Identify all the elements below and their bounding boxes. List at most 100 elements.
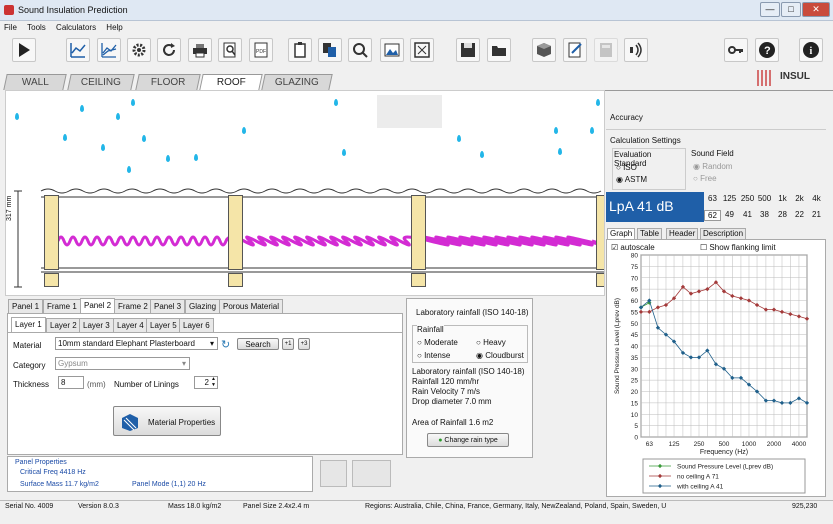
radio-moderate[interactable]: ○ Moderate [417,338,458,347]
category-select[interactable]: Gypsum ▾ [55,357,190,370]
sound-icon [630,42,642,58]
radio-intense[interactable]: ○ Intense [417,351,450,360]
mass: Mass 18.0 kg/m2 [168,503,222,510]
tab-panel-2[interactable]: Panel 2 [80,298,116,313]
open-folder-icon [492,46,506,56]
sound-field-label: Sound Field [691,149,734,158]
stepper-arrows-icon[interactable]: ▲ ▼ [211,376,216,388]
rain-drop [554,127,558,134]
pdf-button[interactable]: PDF [249,38,273,62]
y-tick-label: 20 [631,389,639,396]
edit-button[interactable] [563,38,587,62]
calculator-button[interactable] [594,38,618,62]
ceiling-batten [411,273,426,287]
toolbar: PDF ? i [0,36,833,66]
copy-button[interactable] [318,38,342,62]
blank-button[interactable] [352,460,391,487]
add-one-button[interactable]: +1 [282,338,294,350]
graph-icon [70,43,86,58]
material-select[interactable]: 10mm standard Elephant Plasterboard ▾ [55,337,218,350]
spl-chart: 0 5 10 15 20 25 30 35 40 45 50 55 60 65 70 75 80 63 125 250… [614,253,810,494]
placeholder-box [377,95,442,128]
key-button[interactable] [724,38,748,62]
sound-button[interactable] [624,38,648,62]
radio-iso[interactable]: ○ ISO [616,163,637,172]
material-properties-button[interactable]: Material Properties [113,406,221,436]
tab-header[interactable]: Header [666,228,699,239]
tab-wall[interactable]: WALL [3,74,67,90]
y-tick-label: 45 [631,332,639,339]
octave-freq: 250 [740,194,755,203]
settings-button[interactable] [127,38,151,62]
radio-astm[interactable]: ◉ ASTM [616,175,647,184]
tab-frame-1[interactable]: Frame 1 [43,299,81,313]
menu-file[interactable]: File [0,21,21,34]
radio-random[interactable]: ◉ Random [693,162,732,171]
octave-freq: 2k [795,194,804,203]
arrow-icon: ● [438,437,443,444]
add-three-button[interactable]: +3 [298,338,310,350]
y-tick-label: 30 [631,366,639,373]
blank-button[interactable] [320,460,347,487]
radio-cloudburst[interactable]: ◉ Cloudburst [476,351,524,360]
maximize-button[interactable]: □ [781,2,801,17]
print-preview-button[interactable] [218,38,242,62]
play-button[interactable] [12,38,36,62]
stud [596,195,604,270]
refresh-icon[interactable]: ↻ [221,338,230,351]
radio-free[interactable]: ○ Free [693,174,717,183]
help-button[interactable]: ? [755,38,779,62]
search-button[interactable]: Search [237,338,279,350]
menu-help[interactable]: Help [102,21,126,34]
y-tick-label: 25 [631,378,639,385]
tab-table[interactable]: Table [637,228,663,239]
graph-button[interactable] [66,38,90,62]
rain-drop [63,134,67,141]
minimize-button[interactable]: — [760,2,780,17]
tab-layer-6[interactable]: Layer 6 [179,318,214,332]
graph-compare-button[interactable] [97,38,121,62]
thickness-input[interactable]: 8 [58,376,84,389]
divider [606,129,826,130]
change-rain-type-button[interactable]: ● Change rain type [427,433,509,447]
menu-calculators[interactable]: Calculators [52,21,100,34]
tab-roof[interactable]: ROOF [199,74,263,90]
tab-layer-3[interactable]: Layer 3 [79,318,114,332]
tab-glazing-sub[interactable]: Glazing [185,299,221,313]
fullscreen-button[interactable] [410,38,434,62]
tab-ceiling[interactable]: CEILING [67,74,135,90]
tab-glazing[interactable]: GLAZING [261,74,333,90]
radio-heavy[interactable]: ○ Heavy [476,338,506,347]
tab-panel-3[interactable]: Panel 3 [150,299,186,313]
cube-button[interactable] [532,38,556,62]
tab-layer-5[interactable]: Layer 5 [146,318,181,332]
chevron-down-icon: ▾ [209,339,214,348]
close-button[interactable]: ✕ [802,2,830,17]
y-tick-label: 15 [631,400,639,407]
tab-porous-material[interactable]: Porous Material [219,299,284,313]
print-button[interactable] [188,38,212,62]
tab-panel-1[interactable]: Panel 1 [8,299,44,313]
image-button[interactable] [380,38,404,62]
tab-description[interactable]: Description [700,228,747,239]
info-button[interactable]: i [799,38,823,62]
tab-graph[interactable]: Graph [607,228,636,239]
tab-layer-4[interactable]: Layer 4 [113,318,148,332]
rain-drop [342,149,346,156]
rain-drop [194,154,198,161]
menu-tools[interactable]: Tools [23,21,50,34]
graph-panel: ☑ autoscale ☐ Show flanking limit 0 5 10 15… [606,239,826,497]
panel-settings: Layer 1 Layer 2 Layer 3 Layer 4 Layer 5 … [7,313,403,455]
save-button[interactable] [456,38,480,62]
tab-frame-2[interactable]: Frame 2 [114,299,152,313]
regions: Regions: Australia, Chile, China, France… [365,503,667,510]
search-globe-button[interactable] [348,38,372,62]
refresh-button[interactable] [157,38,181,62]
open-folder-button[interactable] [487,38,511,62]
tab-layer-1[interactable]: Layer 1 [11,317,46,332]
tab-layer-2[interactable]: Layer 2 [46,318,81,332]
clipboard-button[interactable] [288,38,312,62]
octave-freq: 1k [778,194,787,203]
svg-text:?: ? [764,45,771,57]
tab-floor[interactable]: FLOOR [135,74,201,90]
